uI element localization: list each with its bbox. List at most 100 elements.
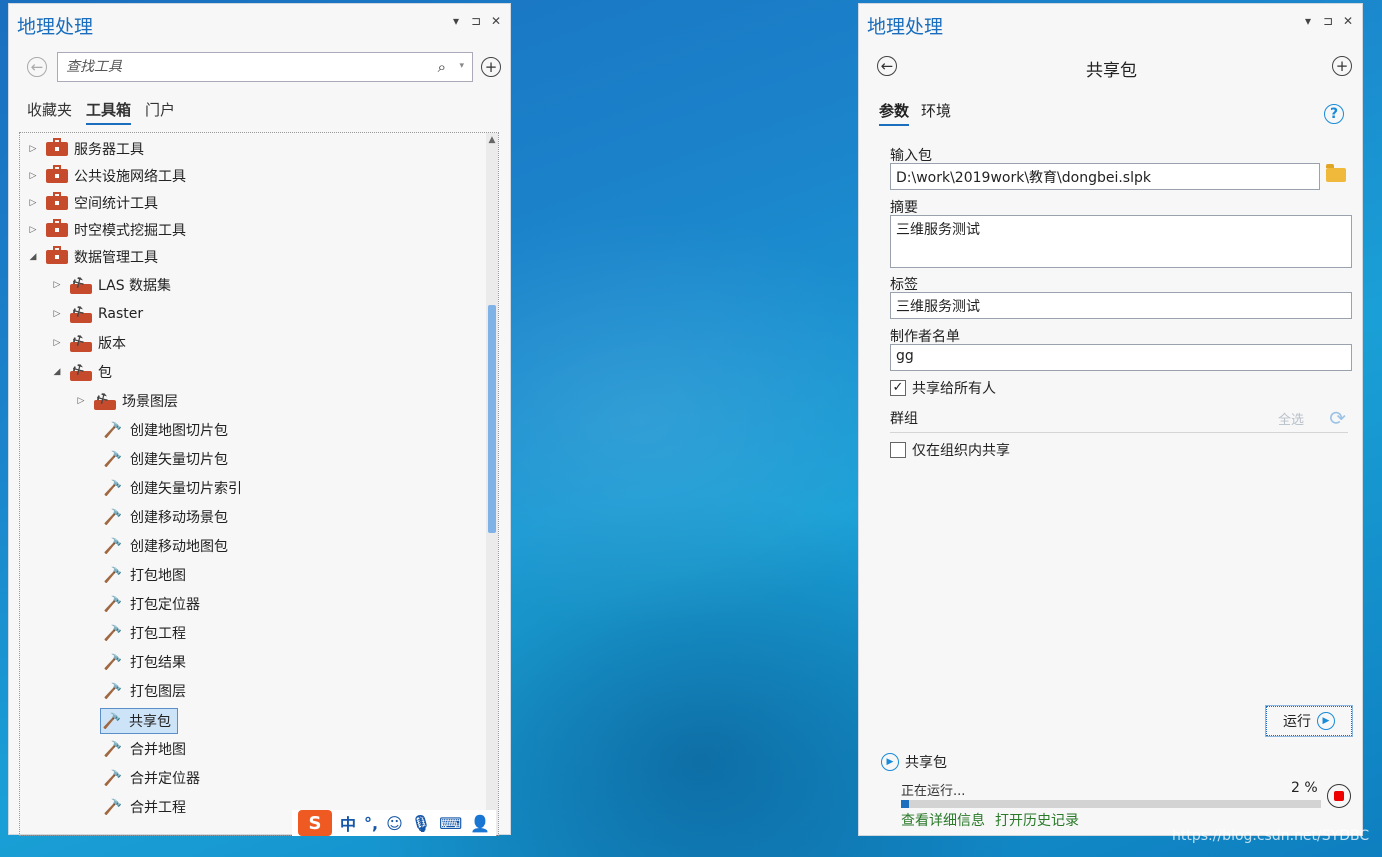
- tab-portal[interactable]: 门户: [145, 99, 175, 125]
- pane-window-controls: ▾ ⊐ ✕: [450, 14, 502, 28]
- org-only-checkbox[interactable]: [890, 442, 906, 458]
- expand-status-icon[interactable]: ▶: [881, 753, 899, 771]
- tree-item-package-locator[interactable]: 🔨 打包定位器: [102, 592, 200, 616]
- tree-item-create-map-tile-package[interactable]: 🔨 创建地图切片包: [102, 418, 228, 442]
- add-icon[interactable]: +: [481, 57, 501, 77]
- refresh-icon[interactable]: ⟳: [1329, 406, 1346, 430]
- toolbox-icon: [46, 192, 68, 210]
- tree-item-raster[interactable]: ▷ ⚒ Raster: [52, 302, 143, 326]
- tree-item-consolidate-locator[interactable]: 🔨 合并定位器: [102, 766, 200, 790]
- expand-icon[interactable]: ▷: [28, 198, 38, 208]
- close-icon[interactable]: ✕: [1342, 14, 1354, 28]
- toolset-icon: ⚒: [70, 274, 92, 294]
- hammer-icon: 🔨: [103, 682, 123, 700]
- status-header[interactable]: ▶ 共享包: [881, 752, 947, 772]
- expand-icon[interactable]: ▷: [28, 225, 38, 235]
- tree-item-utility-network-tools[interactable]: ▷ 公共设施网络工具: [28, 164, 186, 188]
- tree-item-space-time-pattern-mining-tools[interactable]: ▷ 时空模式挖掘工具: [28, 218, 186, 242]
- close-icon[interactable]: ✕: [490, 14, 502, 28]
- status-message: 正在运行...: [901, 784, 966, 799]
- sogou-ime-icon[interactable]: S: [298, 810, 332, 836]
- tree-item-share-package[interactable]: 🔨 共享包: [100, 708, 178, 734]
- tree-item-package-result[interactable]: 🔨 打包结果: [102, 650, 186, 674]
- toolbox-icon: [46, 246, 68, 264]
- hammer-icon: 🔨: [103, 421, 123, 439]
- microphone-icon[interactable]: 🎙: [411, 814, 431, 833]
- open-history-link[interactable]: 打开历史记录: [995, 810, 1079, 830]
- tab-toolboxes[interactable]: 工具箱: [86, 99, 132, 125]
- hammer-icon: 🔨: [103, 479, 123, 497]
- back-icon[interactable]: ←: [27, 57, 47, 77]
- hammer-icon: 🔨: [103, 798, 123, 816]
- tab-parameters[interactable]: 参数: [879, 100, 910, 126]
- tags-field[interactable]: 三维服务测试: [890, 292, 1352, 319]
- tree-item-spatial-statistics-tools[interactable]: ▷ 空间统计工具: [28, 191, 158, 215]
- tree-item-package[interactable]: ◢ ⚒ 包: [52, 360, 112, 384]
- tree-item-create-mobile-map-package[interactable]: 🔨 创建移动地图包: [102, 534, 228, 558]
- help-icon[interactable]: ?: [1324, 104, 1344, 124]
- expand-icon[interactable]: ▷: [28, 171, 38, 181]
- expand-icon[interactable]: ▷: [28, 144, 38, 154]
- summary-field[interactable]: 三维服务测试: [890, 215, 1352, 268]
- collapse-icon[interactable]: ◢: [52, 367, 62, 377]
- tree-item-create-vector-tile-index[interactable]: 🔨 创建矢量切片索引: [102, 476, 242, 500]
- tree-item-las-dataset[interactable]: ▷ ⚒ LAS 数据集: [52, 273, 171, 297]
- tree-item-create-vector-tile-package[interactable]: 🔨 创建矢量切片包: [102, 447, 228, 471]
- progress-bar: [901, 800, 1321, 808]
- tree-item-package-layer[interactable]: 🔨 打包图层: [102, 679, 186, 703]
- search-input[interactable]: [64, 58, 408, 76]
- tree-item-data-management-tools[interactable]: ◢ 数据管理工具: [28, 245, 158, 269]
- keyboard-icon[interactable]: ⌨: [439, 814, 462, 833]
- emoji-icon[interactable]: ☺: [386, 814, 403, 833]
- tree-item-package-project[interactable]: 🔨 打包工程: [102, 621, 186, 645]
- hammer-icon: 🔨: [102, 712, 122, 730]
- scrollbar-thumb[interactable]: [488, 305, 496, 533]
- run-button[interactable]: 运行 ▶: [1265, 705, 1353, 737]
- tree-item-package-map[interactable]: 🔨 打包地图: [102, 563, 186, 587]
- tree-item-create-mobile-scene-package[interactable]: 🔨 创建移动场景包: [102, 505, 228, 529]
- collapse-icon[interactable]: ◢: [28, 252, 38, 262]
- ime-toolbar: S 中 °, ☺ 🎙 ⌨ 👤: [292, 810, 497, 836]
- tree-scrollbar[interactable]: ▲: [486, 133, 498, 835]
- view-details-link[interactable]: 查看详细信息: [901, 810, 985, 830]
- expand-icon[interactable]: ▷: [52, 280, 62, 290]
- expand-icon[interactable]: ▷: [52, 309, 62, 319]
- share-everyone-checkbox[interactable]: ✓: [890, 380, 906, 396]
- tree-item-consolidate-project[interactable]: 🔨 合并工程: [102, 795, 186, 819]
- tree-item-consolidate-map[interactable]: 🔨 合并地图: [102, 737, 186, 761]
- tree-item-versions[interactable]: ▷ ⚒ 版本: [52, 331, 126, 355]
- tree-item-server-tools[interactable]: ▷ 服务器工具: [28, 137, 144, 161]
- chevron-down-icon[interactable]: ▾: [459, 61, 464, 71]
- watermark: https://blog.csdn.net/SYDBC: [1172, 828, 1370, 844]
- pin-icon[interactable]: ⊐: [470, 14, 482, 28]
- add-icon[interactable]: +: [1332, 56, 1352, 76]
- expand-icon[interactable]: ▷: [52, 338, 62, 348]
- input-package-field[interactable]: D:\work\2019work\教育\dongbei.slpk: [890, 163, 1320, 190]
- status-tool-name: 共享包: [905, 755, 947, 771]
- pin-icon[interactable]: ⊐: [1322, 14, 1334, 28]
- summary-label: 摘要: [890, 200, 918, 216]
- ime-punctuation-mode[interactable]: °,: [364, 814, 378, 833]
- tab-favorites[interactable]: 收藏夹: [27, 99, 72, 125]
- folder-open-icon[interactable]: [1326, 164, 1346, 182]
- select-all-link[interactable]: 全选: [1278, 409, 1304, 428]
- share-everyone-label: 共享给所有人: [912, 381, 996, 397]
- ime-chinese-mode[interactable]: 中: [340, 811, 356, 835]
- expand-icon[interactable]: ▷: [76, 396, 86, 406]
- tree-item-scene-layer[interactable]: ▷ ⚒ 场景图层: [76, 389, 178, 413]
- toolset-icon: ⚒: [70, 361, 92, 381]
- user-icon[interactable]: 👤: [470, 814, 490, 833]
- tab-environments[interactable]: 环境: [921, 100, 951, 126]
- tool-title: 共享包: [1086, 61, 1137, 81]
- stop-button[interactable]: [1327, 784, 1351, 808]
- credits-field[interactable]: gg: [890, 344, 1352, 371]
- toolbox-tree: ▷ 服务器工具 ▷ 公共设施网络工具 ▷ 空间统计工具 ▷ 时空模式挖掘工具 ◢ 数据管理…: [19, 132, 499, 836]
- pane-menu-icon[interactable]: ▾: [1302, 14, 1314, 28]
- search-box[interactable]: ⌕ ▾: [57, 52, 473, 82]
- play-icon: ▶: [1317, 712, 1335, 730]
- share-everyone-row[interactable]: ✓ 共享给所有人: [890, 378, 996, 398]
- scroll-up-icon[interactable]: ▲: [486, 133, 498, 147]
- pane-menu-icon[interactable]: ▾: [450, 14, 462, 28]
- search-icon[interactable]: ⌕: [438, 58, 446, 76]
- org-only-row[interactable]: 仅在组织内共享: [890, 440, 1010, 460]
